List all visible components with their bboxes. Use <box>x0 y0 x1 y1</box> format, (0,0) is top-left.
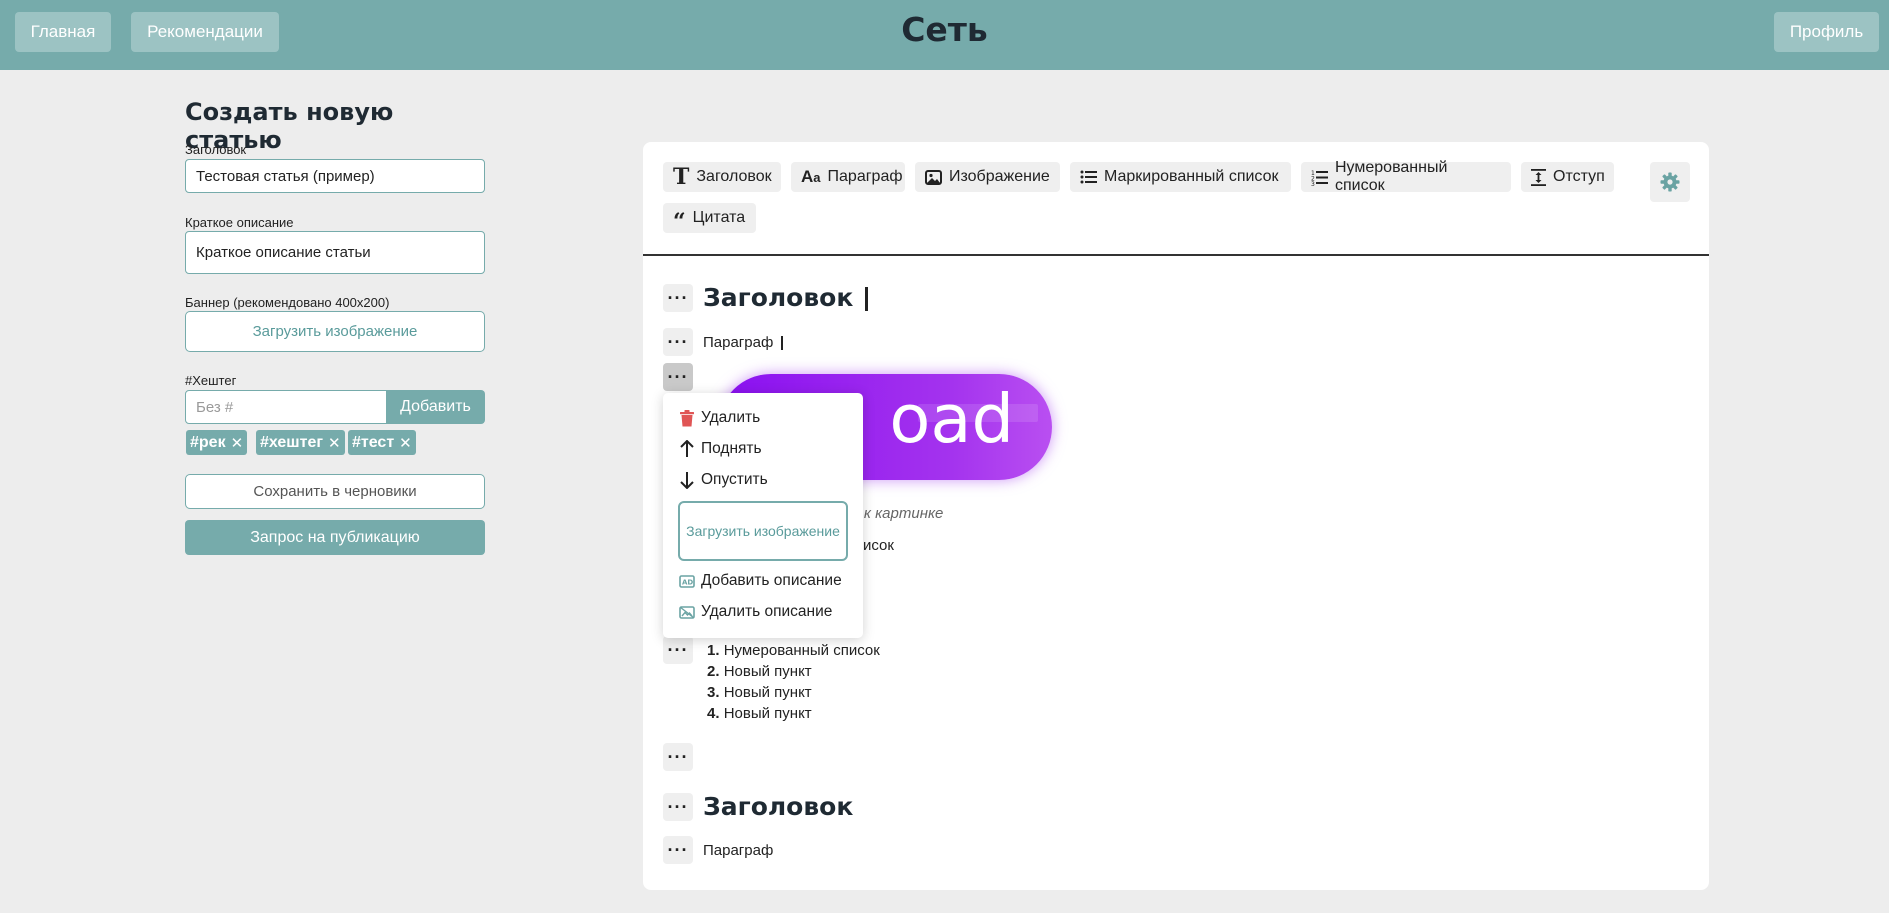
arrow-down-icon <box>680 472 694 489</box>
list-item-text: Новый пункт <box>723 663 812 680</box>
menu-move-down-label: Опустить <box>701 471 768 488</box>
toolbar-quote-label: Цитата <box>692 209 746 226</box>
description-label: Краткое описание <box>185 215 294 230</box>
list-item: 1. Нумерованный список <box>707 640 880 661</box>
form-fields: Заголовок Тестовая статья (пример) Кратк… <box>185 0 487 913</box>
save-draft-button[interactable]: Сохранить в черновики <box>185 474 485 509</box>
toolbar-bullet-list-label: Маркированный список <box>1104 168 1279 185</box>
banner-label: Баннер (рекомендовано 400x200) <box>185 295 390 310</box>
remove-tag-icon[interactable]: ✕ <box>399 434 412 452</box>
toolbar-bullet-list-button[interactable]: Маркированный список <box>1070 162 1291 192</box>
remove-tag-icon[interactable]: ✕ <box>231 434 244 452</box>
toolbar-divider <box>643 254 1709 256</box>
content-paragraph-text: Параграф <box>703 334 774 351</box>
content-heading[interactable]: Заголовок <box>703 792 853 821</box>
remove-tag-icon[interactable]: ✕ <box>328 434 341 452</box>
list-item: 2. Новый пункт <box>707 661 880 682</box>
menu-move-down[interactable]: Опустить <box>679 471 768 489</box>
toolbar-paragraph-label: Параграф <box>827 168 903 185</box>
heading-icon: T <box>673 164 690 190</box>
list-item-number: 2. <box>707 663 720 680</box>
quote-icon: “ <box>673 209 686 235</box>
toolbar-paragraph-button[interactable]: Aa Параграф <box>791 162 905 192</box>
banner-upload-button[interactable]: Загрузить изображение <box>185 311 485 352</box>
hashtag-input[interactable]: Без # <box>185 390 387 424</box>
add-caption-icon: AD <box>679 574 695 588</box>
toolbar-indent-label: Отступ <box>1553 168 1605 185</box>
menu-move-up-label: Поднять <box>701 440 762 457</box>
block-menu-button[interactable]: ··· <box>663 284 693 312</box>
trash-icon <box>680 409 694 426</box>
hashtag-label: #Хештег <box>185 373 237 388</box>
content-heading-text: Заголовок <box>703 283 854 312</box>
gear-icon <box>1660 172 1680 192</box>
content-paragraph[interactable]: Параграф <box>703 842 773 859</box>
toolbar-image-label: Изображение <box>949 168 1050 185</box>
tag-chip: #рек ✕ <box>186 430 248 455</box>
list-item: 3. Новый пункт <box>707 682 880 703</box>
content-heading[interactable]: Заголовок <box>703 283 869 312</box>
tag-label: #рек <box>190 433 226 451</box>
tag-chip: #тест ✕ <box>348 430 416 455</box>
toolbar-numbered-list-button[interactable]: 123 Нумерованный список <box>1301 159 1511 194</box>
menu-delete-label: Удалить <box>701 409 761 426</box>
tag-label: #хештег <box>260 433 324 451</box>
indent-icon <box>1531 168 1546 186</box>
numbered-list[interactable]: 1. Нумерованный список 2. Новый пункт 3.… <box>707 640 880 724</box>
toolbar-image-button[interactable]: Изображение <box>915 162 1060 192</box>
publish-request-button[interactable]: Запрос на публикацию <box>185 520 485 555</box>
block-menu-button[interactable]: ··· <box>663 636 693 664</box>
editor-settings-button[interactable] <box>1650 162 1690 202</box>
tag-label: #тест <box>352 433 395 451</box>
image-icon <box>925 169 942 185</box>
block-menu-button[interactable]: ··· <box>663 836 693 864</box>
toolbar-quote-button[interactable]: “ Цитата <box>663 203 756 233</box>
toolbar-heading-label: Заголовок <box>696 168 772 185</box>
tag-chip: #хештег ✕ <box>256 430 345 455</box>
list-item-number: 1. <box>707 642 720 659</box>
text-cursor <box>865 287 869 311</box>
numbered-list-icon: 123 <box>1311 170 1328 186</box>
menu-remove-caption-label: Удалить описание <box>701 603 833 620</box>
toolbar-indent-button[interactable]: Отступ <box>1521 162 1614 192</box>
description-textarea[interactable]: Краткое описание статьи <box>185 231 485 274</box>
list-item-text: Новый пункт <box>723 705 812 722</box>
list-item-number: 3. <box>707 684 720 701</box>
svg-text:3: 3 <box>1311 181 1315 186</box>
block-context-menu: Удалить Поднять Опустить Загрузить изобр… <box>663 393 863 638</box>
image-block-menu-button[interactable]: ··· <box>663 363 693 391</box>
title-input[interactable]: Тестовая статья (пример) <box>185 159 485 193</box>
menu-upload-image-button[interactable]: Загрузить изображение <box>678 501 848 561</box>
menu-remove-caption[interactable]: Удалить описание <box>679 603 832 621</box>
profile-button[interactable]: Профиль <box>1774 12 1879 52</box>
list-item-text: Новый пункт <box>723 684 812 701</box>
block-menu-button[interactable]: ··· <box>663 793 693 821</box>
list-item-text: Нумерованный список <box>723 642 880 659</box>
toolbar-numbered-list-label: Нумерованный список <box>1335 159 1448 194</box>
remove-caption-icon <box>679 605 695 619</box>
toolbar-heading-button[interactable]: T Заголовок <box>663 162 781 192</box>
block-menu-button[interactable]: ··· <box>663 328 693 356</box>
list-item: 4. Новый пункт <box>707 703 880 724</box>
content-paragraph[interactable]: Параграф <box>703 334 784 351</box>
arrow-up-icon <box>680 440 694 457</box>
svg-text:AD: AD <box>682 578 693 586</box>
title-label: Заголовок <box>185 142 247 157</box>
bullet-list-text[interactable]: исок <box>863 537 894 554</box>
block-menu-button[interactable]: ··· <box>663 743 693 771</box>
bullet-list-icon <box>1080 170 1097 184</box>
menu-delete[interactable]: Удалить <box>679 409 760 427</box>
hashtag-add-button[interactable]: Добавить <box>386 390 485 424</box>
menu-add-caption[interactable]: AD Добавить описание <box>679 572 842 590</box>
image-text: oad <box>889 380 1014 458</box>
list-item-number: 4. <box>707 705 720 722</box>
menu-move-up[interactable]: Поднять <box>679 440 762 458</box>
menu-add-caption-label: Добавить описание <box>701 572 842 589</box>
text-cursor <box>781 336 784 351</box>
paragraph-icon: Aa <box>801 167 821 186</box>
